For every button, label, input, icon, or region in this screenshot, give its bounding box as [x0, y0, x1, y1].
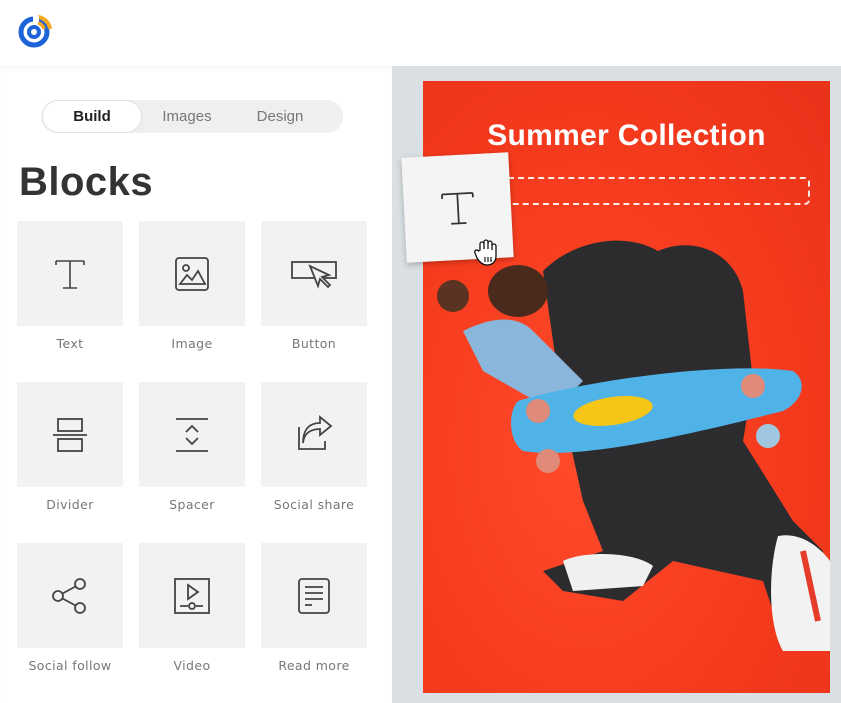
read-more-icon: [298, 577, 330, 614]
block-tile[interactable]: [17, 382, 123, 487]
image-icon: [175, 256, 209, 291]
block-label: Text: [56, 336, 84, 351]
video-icon: [174, 577, 210, 614]
constant-contact-logo-icon[interactable]: [16, 10, 56, 50]
block-read-more[interactable]: Read more: [261, 543, 367, 673]
block-tile[interactable]: [17, 543, 123, 648]
text-icon: [440, 191, 474, 225]
block-label: Read more: [278, 658, 350, 673]
block-tile[interactable]: [261, 543, 367, 648]
block-label: Social follow: [28, 658, 112, 673]
block-tile[interactable]: [139, 382, 245, 487]
tab-build[interactable]: Build: [42, 100, 142, 133]
block-label: Image: [171, 336, 213, 351]
text-icon: [55, 259, 85, 289]
tab-design[interactable]: Design: [232, 100, 328, 133]
button-icon: [291, 260, 337, 289]
block-label: Video: [173, 658, 211, 673]
block-tile[interactable]: [139, 221, 245, 326]
block-image[interactable]: Image: [139, 221, 245, 351]
block-tile[interactable]: [139, 543, 245, 648]
block-label: Social share: [273, 497, 355, 512]
block-label: Divider: [46, 497, 94, 512]
block-social-share[interactable]: Social share: [261, 382, 367, 512]
block-label: Spacer: [169, 497, 215, 512]
block-divider[interactable]: Divider: [17, 382, 123, 512]
block-tile[interactable]: [261, 382, 367, 487]
email-headline[interactable]: Summer Collection: [423, 119, 830, 153]
block-tile[interactable]: [17, 221, 123, 326]
spacer-icon: [176, 417, 208, 452]
block-tile[interactable]: [261, 221, 367, 326]
blocks-panel: Build Images Design Blocks Text Image Bu…: [0, 66, 392, 703]
block-spacer[interactable]: Spacer: [139, 382, 245, 512]
panel-tabs: Build Images Design: [41, 100, 343, 133]
social-share-icon: [298, 414, 333, 450]
text-drop-zone[interactable]: [503, 177, 810, 205]
section-title: Blocks: [19, 160, 154, 204]
social-follow-icon: [52, 577, 86, 614]
grab-hand-icon: [474, 239, 497, 266]
block-video[interactable]: Video: [139, 543, 245, 673]
block-text[interactable]: Text: [17, 221, 123, 351]
top-bar: [0, 0, 841, 66]
block-button[interactable]: Button: [261, 221, 367, 351]
divider-icon: [53, 417, 87, 452]
block-label: Button: [291, 336, 337, 351]
block-social-follow[interactable]: Social follow: [17, 543, 123, 673]
tab-images[interactable]: Images: [142, 100, 232, 133]
